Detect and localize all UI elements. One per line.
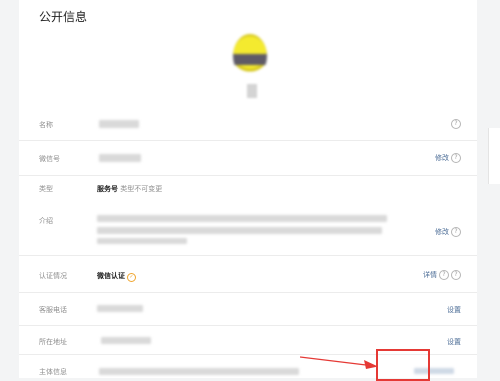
- verification-actions: 详情 ? ?: [423, 270, 461, 280]
- verified-check-icon: ✓: [127, 273, 136, 282]
- public-info-panel: 公开信息 名称 ? 微信号 修改 ? 类型 服务号 类型不可变更 介绍 修改 ?…: [19, 0, 477, 378]
- wechat-id-label: 微信号: [39, 155, 60, 163]
- wechat-id-edit-link[interactable]: 修改: [435, 153, 449, 163]
- verification-label: 认证情况: [39, 272, 67, 280]
- red-arrow-annotation: [300, 356, 378, 369]
- help-icon[interactable]: ?: [451, 119, 461, 129]
- wechat-id-actions: 修改 ?: [435, 153, 461, 163]
- verification-value: 微信认证 ✓: [97, 271, 136, 282]
- verification-status: 微信认证: [97, 272, 125, 280]
- type-note: 类型不可变更: [120, 185, 163, 193]
- account-avatar[interactable]: [233, 34, 267, 78]
- type-value: 服务号 类型不可变更: [97, 184, 162, 194]
- avatar-caption-redacted: [247, 84, 257, 98]
- highlight-box-annotation: [376, 349, 430, 381]
- wechat-id-value-redacted: [99, 154, 141, 162]
- help-icon[interactable]: ?: [451, 153, 461, 163]
- section-title: 公开信息: [39, 10, 88, 24]
- subject-value-redacted: [99, 368, 299, 375]
- intro-line-1-redacted: [97, 215, 387, 222]
- intro-label: 介绍: [39, 217, 53, 225]
- verification-detail-link[interactable]: 详情: [423, 270, 437, 280]
- subject-label: 主体信息: [39, 368, 67, 376]
- row-phone: 客服电话 设置: [19, 293, 477, 326]
- intro-line-2-redacted: [97, 227, 382, 234]
- intro-actions: 修改 ?: [435, 227, 461, 237]
- side-tooltip-fragment: [488, 128, 500, 184]
- row-verification: 认证情况 微信认证 ✓ 详情 ? ?: [19, 256, 477, 293]
- name-help[interactable]: ?: [451, 119, 461, 129]
- address-value-redacted: [101, 337, 151, 344]
- phone-value-redacted: [97, 305, 143, 312]
- phone-set-link[interactable]: 设置: [447, 305, 461, 315]
- row-intro: 介绍 修改 ?: [19, 203, 477, 256]
- row-name: 名称 ?: [19, 106, 477, 141]
- address-label: 所在地址: [39, 338, 67, 346]
- intro-edit-link[interactable]: 修改: [435, 227, 449, 237]
- row-wechat-id: 微信号 修改 ?: [19, 141, 477, 176]
- help-icon[interactable]: ?: [439, 270, 449, 280]
- row-type: 类型 服务号 类型不可变更: [19, 176, 477, 202]
- phone-label: 客服电话: [39, 306, 67, 314]
- type-label: 类型: [39, 185, 53, 193]
- help-icon[interactable]: ?: [451, 227, 461, 237]
- name-value-redacted: [99, 120, 139, 128]
- address-set-link[interactable]: 设置: [447, 337, 461, 347]
- type-value-text: 服务号: [97, 185, 118, 193]
- intro-line-3-redacted: [97, 238, 187, 244]
- help-icon[interactable]: ?: [451, 270, 461, 280]
- name-label: 名称: [39, 121, 53, 129]
